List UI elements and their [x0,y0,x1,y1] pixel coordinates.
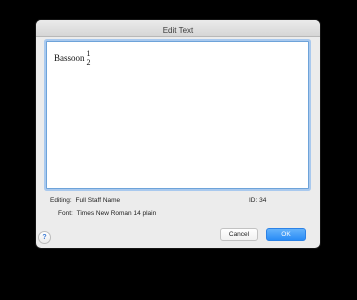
dialog-title: Edit Text [162,26,194,35]
help-button[interactable]: ? [38,231,51,244]
stacked-number: 1 2 [87,49,91,67]
id-row: ID: 34 [249,197,266,204]
font-label: Font: [58,210,73,217]
id-label: ID: [249,197,258,204]
text-editor-area[interactable]: Bassoon 1 2 [46,41,309,189]
id-value: 34 [259,197,267,204]
editing-row: Editing: Full Staff Name [50,197,120,204]
font-row: Font: Times New Roman 14 plain [58,210,156,217]
staff-name-text: Bassoon 1 2 [54,48,91,68]
staff-name-label: Bassoon [54,53,85,63]
help-icon: ? [42,234,47,241]
cancel-button[interactable]: Cancel [220,228,258,241]
edit-text-dialog: Edit Text Bassoon 1 2 Editing: Full Staf… [36,20,320,248]
stack-bottom: 2 [86,58,91,67]
editing-label: Editing: [50,197,72,204]
editing-value: Full Staff Name [75,197,121,204]
ok-button[interactable]: OK [266,228,306,241]
title-bar: Edit Text [36,20,320,37]
stack-top: 1 [86,49,91,58]
font-value: Times New Roman 14 plain [76,210,157,217]
